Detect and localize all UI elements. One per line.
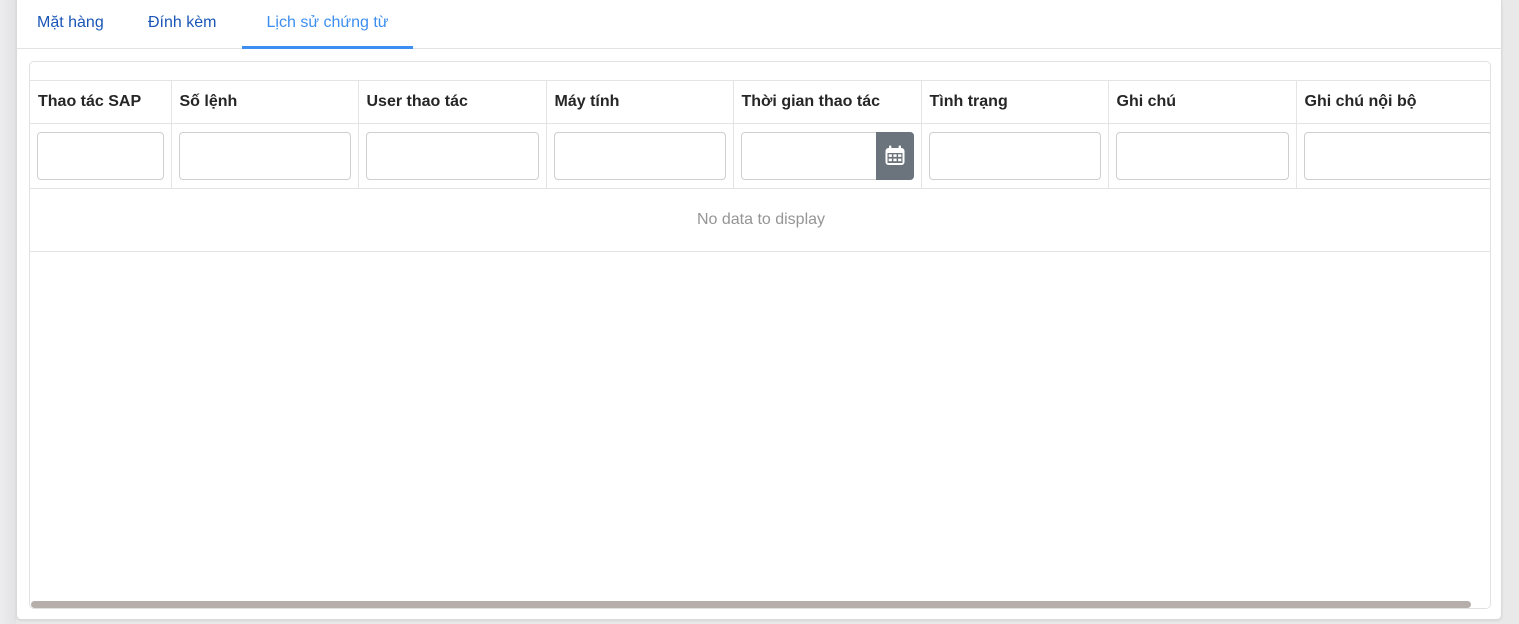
horizontal-scrollbar-thumb[interactable] bbox=[31, 601, 1471, 608]
column-header-thao-tac-sap[interactable]: Thao tác SAP bbox=[30, 80, 172, 124]
calendar-icon bbox=[885, 145, 904, 165]
window-left-edge bbox=[0, 0, 16, 624]
filter-input-ghi-chu-noi-bo[interactable] bbox=[1303, 132, 1490, 180]
filter-input-ghi-chu[interactable] bbox=[1115, 132, 1289, 180]
horizontal-scrollbar[interactable] bbox=[30, 599, 1490, 608]
filter-cell-may-tinh bbox=[546, 123, 734, 189]
no-data-message: No data to display bbox=[30, 188, 1490, 252]
filter-row bbox=[30, 123, 1490, 189]
document-history-panel: Mặt hàng Đính kèm Lịch sử chứng từ Thao … bbox=[16, 0, 1502, 620]
filter-cell-thoi-gian-thao-tac bbox=[733, 123, 922, 189]
filter-cell-tinh-trang bbox=[921, 123, 1109, 189]
column-header-thoi-gian-thao-tac[interactable]: Thời gian thao tác bbox=[733, 80, 922, 124]
history-table: Thao tác SAP Số lệnh User thao tác Máy t… bbox=[30, 80, 1490, 252]
filter-cell-user-thao-tac bbox=[358, 123, 547, 189]
column-header-so-lenh[interactable]: Số lệnh bbox=[171, 80, 359, 124]
tab-lich-su-chung-tu[interactable]: Lịch sử chứng từ bbox=[242, 0, 413, 49]
column-header-tinh-trang[interactable]: Tình trạng bbox=[921, 80, 1109, 124]
column-header-ghi-chu-noi-bo[interactable]: Ghi chú nội bộ bbox=[1296, 80, 1490, 124]
filter-input-so-lenh[interactable] bbox=[178, 132, 351, 180]
tab-dinh-kem[interactable]: Đính kèm bbox=[148, 0, 216, 49]
filter-cell-ghi-chu bbox=[1108, 123, 1297, 189]
column-header-ghi-chu[interactable]: Ghi chú bbox=[1108, 80, 1297, 124]
column-header-user-thao-tac[interactable]: User thao tác bbox=[358, 80, 547, 124]
filter-input-may-tinh[interactable] bbox=[553, 132, 726, 180]
tab-bar: Mặt hàng Đính kèm Lịch sử chứng từ bbox=[17, 0, 1502, 49]
header-row: Thao tác SAP Số lệnh User thao tác Máy t… bbox=[30, 80, 1490, 124]
column-header-may-tinh[interactable]: Máy tính bbox=[546, 80, 734, 124]
filter-input-user-thao-tac[interactable] bbox=[365, 132, 539, 180]
tab-mat-hang[interactable]: Mặt hàng bbox=[37, 0, 104, 49]
filter-cell-thao-tac-sap bbox=[30, 123, 172, 189]
history-grid: Thao tác SAP Số lệnh User thao tác Máy t… bbox=[29, 61, 1491, 609]
date-filter bbox=[740, 132, 914, 180]
filter-cell-ghi-chu-noi-bo bbox=[1296, 123, 1490, 189]
empty-row: No data to display bbox=[30, 188, 1490, 252]
filter-cell-so-lenh bbox=[171, 123, 359, 189]
filter-input-thao-tac-sap[interactable] bbox=[37, 132, 164, 180]
filter-input-tinh-trang[interactable] bbox=[928, 132, 1101, 180]
calendar-button[interactable] bbox=[875, 132, 914, 180]
